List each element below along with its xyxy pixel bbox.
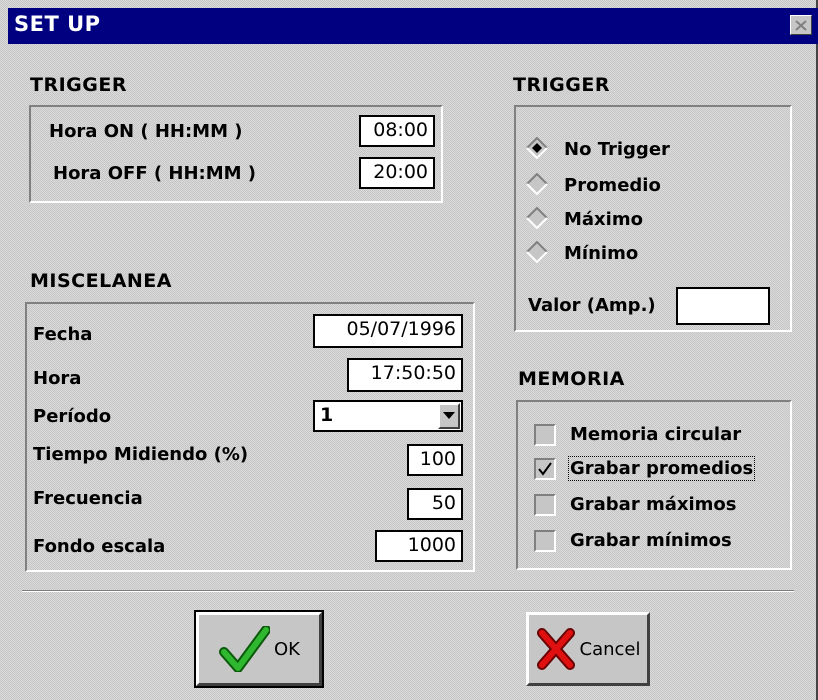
checkbox-box [534, 458, 556, 480]
periodo-label: Período [33, 406, 112, 427]
frecuencia-input[interactable]: 50 [407, 488, 463, 520]
periodo-selected-value: 1 [320, 404, 334, 426]
trigger-time-title: TRIGGER [30, 74, 127, 96]
cancel-button-label: Cancel [579, 638, 641, 660]
radio-unselected-icon [526, 207, 548, 229]
radio-unselected-icon [526, 241, 548, 263]
tiempo-midiendo-label: Tiempo Midiendo (%) [33, 444, 249, 465]
radio-unselected-icon [526, 173, 548, 195]
dropdown-arrow-button[interactable] [438, 403, 460, 429]
memoria-title: MEMORIA [518, 368, 625, 390]
checkbox-box [534, 530, 556, 552]
ok-button-label: OK [274, 638, 300, 660]
memoria-panel: Memoria circular Grabar promedios Grabar… [516, 400, 792, 570]
tiempo-midiendo-input[interactable]: 100 [407, 444, 463, 476]
miscelanea-title: MISCELANEA [30, 270, 172, 292]
ok-button[interactable]: OK [194, 610, 324, 688]
fondo-escala-input[interactable]: 1000 [375, 530, 463, 562]
hora-input[interactable]: 17:50:50 [347, 358, 463, 392]
setup-dialog: SET UP TRIGGER Hora ON ( HH:MM ) 08:00 H… [0, 0, 818, 700]
grabar-maximos-label: Grabar máximos [570, 494, 737, 515]
separator-line [22, 590, 794, 592]
fecha-label: Fecha [33, 324, 93, 345]
radio-minimo-label: Mínimo [564, 243, 639, 264]
checkbox-box [534, 424, 556, 446]
close-button[interactable] [790, 15, 812, 35]
close-icon [795, 19, 807, 31]
frecuencia-label: Frecuencia [33, 488, 143, 509]
hora-off-input[interactable]: 20:00 [359, 157, 435, 189]
chevron-down-icon [443, 412, 455, 419]
grabar-promedios-label: Grabar promedios [567, 456, 756, 481]
cancel-button[interactable]: Cancel [526, 612, 650, 686]
checkmark-icon [538, 462, 552, 476]
miscelanea-panel: Fecha 05/07/1996 Hora 17:50:50 Período 1… [25, 302, 475, 572]
fecha-input[interactable]: 05/07/1996 [313, 314, 463, 348]
grabar-minimos-label: Grabar mínimos [570, 530, 732, 551]
valor-input[interactable] [676, 287, 770, 325]
trigger-mode-panel: No Trigger Promedio Máximo Mínimo Valor … [514, 105, 792, 332]
valor-label: Valor (Amp.) [528, 295, 656, 316]
trigger-time-panel: Hora ON ( HH:MM ) 08:00 Hora OFF ( HH:MM… [29, 105, 443, 203]
memoria-circular-label: Memoria circular [570, 424, 742, 445]
checkbox-box [534, 494, 556, 516]
window-title: SET UP [14, 12, 101, 36]
green-checkmark-icon [219, 626, 270, 672]
hora-label: Hora [33, 368, 82, 389]
red-x-icon [536, 628, 575, 670]
trigger-mode-title: TRIGGER [513, 74, 610, 96]
radio-selected-icon [526, 137, 548, 159]
hora-on-label: Hora ON ( HH:MM ) [49, 121, 243, 142]
periodo-select[interactable]: 1 [313, 400, 463, 432]
title-bar: SET UP [8, 8, 818, 44]
hora-on-input[interactable]: 08:00 [359, 115, 435, 147]
hora-off-label: Hora OFF ( HH:MM ) [53, 163, 257, 184]
fondo-escala-label: Fondo escala [33, 536, 166, 557]
radio-maximo-label: Máximo [564, 209, 643, 230]
radio-no-trigger-label: No Trigger [564, 139, 670, 160]
radio-promedio-label: Promedio [564, 175, 661, 196]
